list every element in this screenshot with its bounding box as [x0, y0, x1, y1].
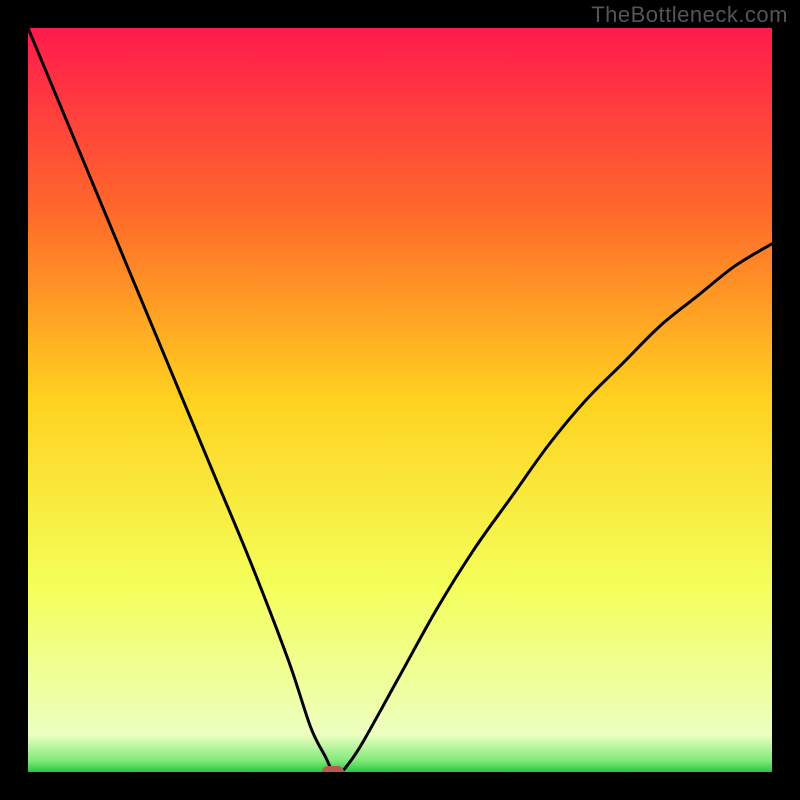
- optimal-marker: [322, 766, 344, 772]
- gradient-background: [28, 28, 772, 772]
- plot-area: [28, 28, 772, 772]
- chart-frame: TheBottleneck.com: [0, 0, 800, 800]
- chart-svg: [28, 28, 772, 772]
- watermark-label: TheBottleneck.com: [591, 2, 788, 28]
